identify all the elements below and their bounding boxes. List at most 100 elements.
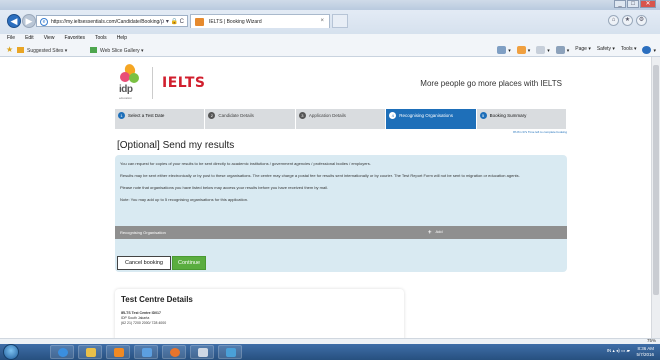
taskbar-media[interactable]: [106, 345, 130, 359]
ie-icon: e: [40, 18, 48, 26]
browser-address-row: ◀ ▶ e https://my.ieltsessentials.com/Can…: [0, 10, 660, 34]
close-tab-icon[interactable]: ×: [320, 18, 324, 24]
address-controls[interactable]: ρ ▾ 🔒 C: [161, 18, 184, 25]
step-label: Booking Summary: [489, 113, 527, 118]
info-paragraph: Note: You may add up to 5 recognising or…: [120, 197, 249, 202]
step-label: Application Details: [308, 113, 346, 118]
folder-icon: [86, 348, 96, 357]
menu-favorites[interactable]: Favorites: [64, 34, 85, 43]
system-tray[interactable]: IN ▴ ◂) ▭ ▰: [607, 348, 630, 354]
browser-tab[interactable]: IELTS | Booking Wizard ×: [190, 14, 330, 28]
menu-edit[interactable]: Edit: [25, 34, 34, 43]
organisation-table-header: Recognising Organisation + Add: [115, 226, 567, 239]
time-left-notice: 8h 8m 37s Time left to complete booking: [513, 130, 567, 134]
page-title: [Optional] Send my results: [117, 140, 235, 151]
window-controls: _ □ ✕: [613, 0, 656, 8]
page-menu[interactable]: Page ▾: [575, 46, 591, 54]
suggested-sites-label: Suggested Sites ▾: [27, 48, 68, 54]
cancel-booking-button[interactable]: Cancel booking: [117, 256, 171, 270]
close-window-button[interactable]: ✕: [640, 0, 656, 8]
suggested-sites-icon: [17, 47, 24, 53]
step-select-test-date[interactable]: 1 Select a Test Date: [115, 109, 206, 129]
feeds-command-icon[interactable]: ▾: [516, 46, 530, 54]
favorites-bar: ★ Suggested Sites ▾ Web Slice Gallery ▾ …: [0, 43, 660, 57]
info-paragraph: You can request for copies of your resul…: [120, 161, 371, 166]
idp-logo-text: idp: [119, 84, 133, 95]
step-application-details[interactable]: 3 Application Details: [295, 109, 387, 129]
taskbar-ie[interactable]: [50, 345, 74, 359]
tools-menu[interactable]: Tools ▾: [621, 46, 637, 54]
suggested-sites-link[interactable]: Suggested Sites ▾: [17, 47, 67, 54]
page-viewport: idp education IELTS More people go more …: [0, 57, 660, 338]
logo-divider: [152, 67, 153, 99]
home-command-icon[interactable]: ▾: [497, 46, 511, 54]
window-app-icon: [142, 348, 152, 357]
firefox-icon: [170, 348, 180, 357]
step-recognising-organisations[interactable]: 4 Recognising Organisations: [386, 109, 477, 129]
menu-file[interactable]: File: [7, 34, 15, 43]
info-paragraph: Please note that organisations you have …: [120, 185, 329, 190]
web-slice-gallery-link[interactable]: Web Slice Gallery ▾: [90, 47, 144, 54]
ielts-logo[interactable]: IELTS: [162, 75, 206, 91]
taskbar-app-4[interactable]: [134, 345, 158, 359]
vertical-scrollbar[interactable]: [651, 57, 660, 338]
forward-button[interactable]: ▶: [22, 14, 36, 28]
step-number: 1: [118, 112, 125, 119]
help-command-icon[interactable]: ▾: [642, 46, 656, 54]
safety-menu[interactable]: Safety ▾: [597, 46, 615, 54]
taskbar-app-6[interactable]: [190, 345, 214, 359]
scrollbar-thumb[interactable]: [653, 65, 659, 295]
organisation-column-header: Recognising Organisation: [120, 230, 166, 235]
windows-taskbar: IN ▴ ◂) ▭ ▰ 8:36 AM 5/7/2016: [0, 344, 660, 360]
menu-help[interactable]: Help: [117, 34, 127, 43]
menu-tools[interactable]: Tools: [95, 34, 107, 43]
step-number: 2: [208, 112, 216, 119]
step-label: Select a Test Date: [128, 113, 165, 118]
taskbar-clock[interactable]: 8:36 AM 5/7/2016: [636, 346, 654, 358]
idp-logo-green-shape: [129, 73, 139, 83]
address-url[interactable]: https://my.ieltsessentials.com/Candidate…: [51, 19, 161, 25]
step-booking-summary[interactable]: 5 Booking Summary: [476, 109, 568, 129]
address-bar[interactable]: e https://my.ieltsessentials.com/Candida…: [36, 15, 188, 27]
taskbar-firefox[interactable]: [162, 345, 186, 359]
site-header: idp education IELTS More people go more …: [100, 61, 568, 105]
start-button[interactable]: [3, 344, 19, 360]
test-centre-heading: Test Centre Details: [121, 295, 193, 304]
idp-logo-subtext: education: [119, 96, 133, 100]
info-panel: You can request for copies of your resul…: [115, 155, 567, 272]
gear-icon[interactable]: ⚙: [636, 15, 647, 26]
add-organisation-button[interactable]: + Add: [428, 229, 443, 236]
web-slice-icon: [90, 47, 97, 53]
media-player-icon: [114, 348, 124, 357]
minimize-button[interactable]: _: [614, 0, 626, 8]
maximize-button[interactable]: □: [627, 0, 639, 8]
internet-explorer-icon: [58, 348, 68, 357]
test-centre-phone: (62 21) 7200 2000/ 728 4000: [121, 321, 167, 325]
mail-command-icon[interactable]: ▾: [536, 46, 550, 54]
step-number: 5: [479, 112, 487, 119]
home-icon[interactable]: ⌂: [608, 15, 619, 26]
add-label: Add: [435, 229, 443, 234]
zoom-level[interactable]: 75%: [647, 338, 656, 343]
menu-view[interactable]: View: [44, 34, 55, 43]
new-tab-button[interactable]: [332, 14, 348, 28]
booking-steps: 1 Select a Test Date 2 Candidate Details…: [115, 109, 568, 129]
network-app-icon: [226, 348, 236, 357]
continue-button[interactable]: Continue: [172, 256, 206, 270]
window-title-bar: _ □ ✕: [0, 0, 660, 10]
taskbar-explorer[interactable]: [78, 345, 102, 359]
test-centre-card: Test Centre Details IELTS Test Centre ID…: [115, 289, 404, 338]
plus-icon: +: [428, 230, 432, 236]
back-button[interactable]: ◀: [7, 14, 21, 28]
site-tagline: More people go more places with IELTS: [420, 79, 562, 88]
tab-title: IELTS | Booking Wizard: [209, 19, 262, 25]
idp-logo[interactable]: idp education: [116, 62, 146, 102]
favorites-star-icon[interactable]: ★: [6, 45, 13, 54]
taskbar-app-7[interactable]: [218, 345, 242, 359]
web-slice-label: Web Slice Gallery ▾: [100, 48, 144, 54]
favorites-star-icon[interactable]: ★: [622, 15, 633, 26]
step-label: Recognising Organisations: [399, 113, 453, 118]
menu-bar: File Edit View Favorites Tools Help: [0, 34, 660, 43]
print-command-icon[interactable]: ▾: [555, 46, 569, 54]
step-candidate-details[interactable]: 2 Candidate Details: [205, 109, 296, 129]
